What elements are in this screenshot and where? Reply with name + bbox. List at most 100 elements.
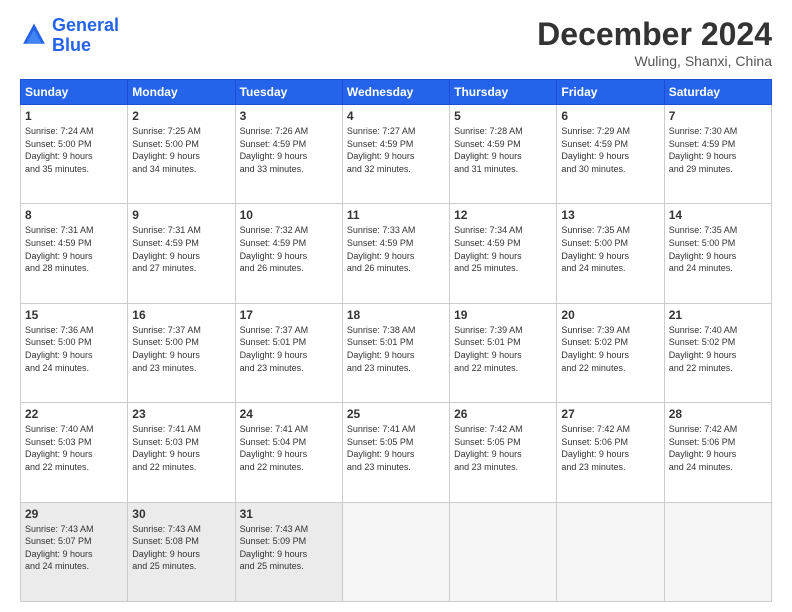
weekday-thursday: Thursday bbox=[450, 80, 557, 105]
day-info: Sunrise: 7:42 AM Sunset: 5:06 PM Dayligh… bbox=[669, 423, 767, 473]
logo-icon bbox=[20, 22, 48, 50]
day-number: 7 bbox=[669, 109, 767, 123]
day-number: 8 bbox=[25, 208, 123, 222]
week-row-1: 1Sunrise: 7:24 AM Sunset: 5:00 PM Daylig… bbox=[21, 105, 772, 204]
day-info: Sunrise: 7:32 AM Sunset: 4:59 PM Dayligh… bbox=[240, 224, 338, 274]
calendar-cell: 11Sunrise: 7:33 AM Sunset: 4:59 PM Dayli… bbox=[342, 204, 449, 303]
day-number: 28 bbox=[669, 407, 767, 421]
day-number: 16 bbox=[132, 308, 230, 322]
calendar-cell: 23 Sunrise: 7:41 AM Sunset: 5:03 PM Dayli… bbox=[128, 403, 235, 502]
day-number: 2 bbox=[132, 109, 230, 123]
calendar-cell: 9 Sunrise: 7:31 AM Sunset: 4:59 PM Daylig… bbox=[128, 204, 235, 303]
calendar-table: SundayMondayTuesdayWednesdayThursdayFrid… bbox=[20, 79, 772, 602]
calendar-cell: 5 Sunrise: 7:28 AM Sunset: 4:59 PM Daylig… bbox=[450, 105, 557, 204]
calendar-cell: 20Sunrise: 7:39 AM Sunset: 5:02 PM Dayli… bbox=[557, 303, 664, 402]
calendar-cell bbox=[342, 502, 449, 601]
calendar-cell: 4Sunrise: 7:27 AM Sunset: 4:59 PM Daylig… bbox=[342, 105, 449, 204]
location: Wuling, Shanxi, China bbox=[537, 53, 772, 69]
day-number: 25 bbox=[347, 407, 445, 421]
calendar-cell: 10 Sunrise: 7:32 AM Sunset: 4:59 PM Dayli… bbox=[235, 204, 342, 303]
weekday-tuesday: Tuesday bbox=[235, 80, 342, 105]
day-info: Sunrise: 7:43 AM Sunset: 5:07 PM Dayligh… bbox=[25, 523, 123, 573]
day-info: Sunrise: 7:29 AM Sunset: 4:59 PM Dayligh… bbox=[561, 125, 659, 175]
day-info: Sunrise: 7:36 AM Sunset: 5:00 PM Dayligh… bbox=[25, 324, 123, 374]
day-number: 24 bbox=[240, 407, 338, 421]
calendar-cell: 17Sunrise: 7:37 AM Sunset: 5:01 PM Dayli… bbox=[235, 303, 342, 402]
day-number: 26 bbox=[454, 407, 552, 421]
day-info: Sunrise: 7:25 AM Sunset: 5:00 PM Dayligh… bbox=[132, 125, 230, 175]
calendar-cell: 1Sunrise: 7:24 AM Sunset: 5:00 PM Daylig… bbox=[21, 105, 128, 204]
weekday-sunday: Sunday bbox=[21, 80, 128, 105]
day-number: 31 bbox=[240, 507, 338, 521]
day-info: Sunrise: 7:26 AM Sunset: 4:59 PM Dayligh… bbox=[240, 125, 338, 175]
calendar-cell: 29 Sunrise: 7:43 AM Sunset: 5:07 PM Dayli… bbox=[21, 502, 128, 601]
calendar-cell: 14 Sunrise: 7:35 AM Sunset: 5:00 PM Dayli… bbox=[664, 204, 771, 303]
day-number: 10 bbox=[240, 208, 338, 222]
week-row-4: 22 Sunrise: 7:40 AM Sunset: 5:03 PM Dayli… bbox=[21, 403, 772, 502]
day-info: Sunrise: 7:31 AM Sunset: 4:59 PM Dayligh… bbox=[25, 224, 123, 274]
day-info: Sunrise: 7:24 AM Sunset: 5:00 PM Dayligh… bbox=[25, 125, 123, 175]
day-info: Sunrise: 7:43 AM Sunset: 5:08 PM Dayligh… bbox=[132, 523, 230, 573]
day-number: 30 bbox=[132, 507, 230, 521]
calendar-cell: 19Sunrise: 7:39 AM Sunset: 5:01 PM Dayli… bbox=[450, 303, 557, 402]
week-row-5: 29 Sunrise: 7:43 AM Sunset: 5:07 PM Dayli… bbox=[21, 502, 772, 601]
day-number: 15 bbox=[25, 308, 123, 322]
calendar-cell: 27 Sunrise: 7:42 AM Sunset: 5:06 PM Dayli… bbox=[557, 403, 664, 502]
day-number: 13 bbox=[561, 208, 659, 222]
day-number: 21 bbox=[669, 308, 767, 322]
calendar-cell bbox=[664, 502, 771, 601]
day-info: Sunrise: 7:37 AM Sunset: 5:01 PM Dayligh… bbox=[240, 324, 338, 374]
calendar-cell: 12 Sunrise: 7:34 AM Sunset: 4:59 PM Dayli… bbox=[450, 204, 557, 303]
day-info: Sunrise: 7:41 AM Sunset: 5:03 PM Dayligh… bbox=[132, 423, 230, 473]
day-number: 23 bbox=[132, 407, 230, 421]
calendar-cell bbox=[557, 502, 664, 601]
day-info: Sunrise: 7:40 AM Sunset: 5:03 PM Dayligh… bbox=[25, 423, 123, 473]
calendar-cell: 18Sunrise: 7:38 AM Sunset: 5:01 PM Dayli… bbox=[342, 303, 449, 402]
calendar-cell: 30 Sunrise: 7:43 AM Sunset: 5:08 PM Dayli… bbox=[128, 502, 235, 601]
day-number: 3 bbox=[240, 109, 338, 123]
logo-general: General bbox=[52, 15, 119, 35]
day-info: Sunrise: 7:42 AM Sunset: 5:05 PM Dayligh… bbox=[454, 423, 552, 473]
logo-text: General Blue bbox=[52, 16, 119, 56]
day-info: Sunrise: 7:38 AM Sunset: 5:01 PM Dayligh… bbox=[347, 324, 445, 374]
weekday-header-row: SundayMondayTuesdayWednesdayThursdayFrid… bbox=[21, 80, 772, 105]
day-number: 27 bbox=[561, 407, 659, 421]
week-row-2: 8 Sunrise: 7:31 AM Sunset: 4:59 PM Daylig… bbox=[21, 204, 772, 303]
week-row-3: 15 Sunrise: 7:36 AM Sunset: 5:00 PM Dayli… bbox=[21, 303, 772, 402]
logo-blue: Blue bbox=[52, 35, 91, 55]
month-title: December 2024 bbox=[537, 16, 772, 53]
day-info: Sunrise: 7:30 AM Sunset: 4:59 PM Dayligh… bbox=[669, 125, 767, 175]
day-info: Sunrise: 7:42 AM Sunset: 5:06 PM Dayligh… bbox=[561, 423, 659, 473]
calendar-cell: 8 Sunrise: 7:31 AM Sunset: 4:59 PM Daylig… bbox=[21, 204, 128, 303]
title-block: December 2024 Wuling, Shanxi, China bbox=[537, 16, 772, 69]
day-info: Sunrise: 7:33 AM Sunset: 4:59 PM Dayligh… bbox=[347, 224, 445, 274]
day-number: 12 bbox=[454, 208, 552, 222]
calendar-cell: 16Sunrise: 7:37 AM Sunset: 5:00 PM Dayli… bbox=[128, 303, 235, 402]
day-info: Sunrise: 7:28 AM Sunset: 4:59 PM Dayligh… bbox=[454, 125, 552, 175]
calendar-cell: 15 Sunrise: 7:36 AM Sunset: 5:00 PM Dayli… bbox=[21, 303, 128, 402]
calendar-cell: 24Sunrise: 7:41 AM Sunset: 5:04 PM Dayli… bbox=[235, 403, 342, 502]
weekday-monday: Monday bbox=[128, 80, 235, 105]
calendar-cell: 28 Sunrise: 7:42 AM Sunset: 5:06 PM Dayli… bbox=[664, 403, 771, 502]
calendar-cell: 22 Sunrise: 7:40 AM Sunset: 5:03 PM Dayli… bbox=[21, 403, 128, 502]
calendar-cell: 6 Sunrise: 7:29 AM Sunset: 4:59 PM Daylig… bbox=[557, 105, 664, 204]
day-info: Sunrise: 7:39 AM Sunset: 5:02 PM Dayligh… bbox=[561, 324, 659, 374]
calendar-cell: 3 Sunrise: 7:26 AM Sunset: 4:59 PM Daylig… bbox=[235, 105, 342, 204]
calendar-cell: 13Sunrise: 7:35 AM Sunset: 5:00 PM Dayli… bbox=[557, 204, 664, 303]
day-number: 22 bbox=[25, 407, 123, 421]
weekday-friday: Friday bbox=[557, 80, 664, 105]
day-number: 29 bbox=[25, 507, 123, 521]
calendar-cell: 2 Sunrise: 7:25 AM Sunset: 5:00 PM Daylig… bbox=[128, 105, 235, 204]
day-number: 9 bbox=[132, 208, 230, 222]
day-number: 5 bbox=[454, 109, 552, 123]
day-info: Sunrise: 7:41 AM Sunset: 5:05 PM Dayligh… bbox=[347, 423, 445, 473]
day-number: 14 bbox=[669, 208, 767, 222]
day-info: Sunrise: 7:35 AM Sunset: 5:00 PM Dayligh… bbox=[669, 224, 767, 274]
weekday-saturday: Saturday bbox=[664, 80, 771, 105]
day-info: Sunrise: 7:34 AM Sunset: 4:59 PM Dayligh… bbox=[454, 224, 552, 274]
day-number: 19 bbox=[454, 308, 552, 322]
day-info: Sunrise: 7:31 AM Sunset: 4:59 PM Dayligh… bbox=[132, 224, 230, 274]
header: General Blue December 2024 Wuling, Shanx… bbox=[20, 16, 772, 69]
day-number: 6 bbox=[561, 109, 659, 123]
calendar-cell: 25 Sunrise: 7:41 AM Sunset: 5:05 PM Dayli… bbox=[342, 403, 449, 502]
